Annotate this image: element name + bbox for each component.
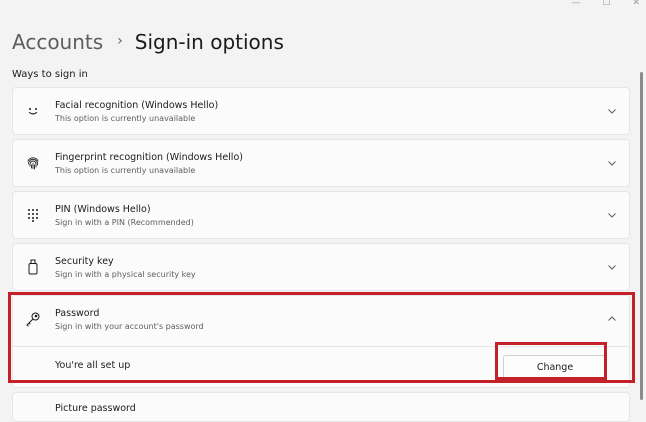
change-password-button[interactable]: Change <box>503 355 607 379</box>
option-subtitle: This option is currently unavailable <box>55 114 196 123</box>
window-controls: — ☐ ✕ <box>571 0 640 8</box>
scrollbar[interactable] <box>640 72 643 400</box>
usb-key-icon <box>25 257 41 277</box>
option-title: PIN (Windows Hello) <box>55 204 151 215</box>
chevron-down-icon[interactable] <box>607 210 617 220</box>
breadcrumb: Accounts › Sign-in options <box>12 30 284 54</box>
option-title: Fingerprint recognition (Windows Hello) <box>55 152 243 163</box>
chevron-down-icon[interactable] <box>607 262 617 272</box>
option-picture-password[interactable]: Picture password <box>12 392 630 422</box>
option-title: Facial recognition (Windows Hello) <box>55 100 219 111</box>
option-title: Picture password <box>55 403 136 414</box>
option-subtitle: This option is currently unavailable <box>55 166 196 175</box>
section-label: Ways to sign in <box>12 69 88 80</box>
minimize-icon[interactable]: — <box>571 0 580 8</box>
password-status: You're all set up <box>55 360 131 371</box>
option-fingerprint-recognition[interactable]: Fingerprint recognition (Windows Hello) … <box>12 139 630 187</box>
chevron-up-icon[interactable] <box>607 314 617 324</box>
option-subtitle: Sign in with your account's password <box>55 322 204 331</box>
option-password-expanded: Password Sign in with your account's pas… <box>12 295 630 388</box>
chevron-down-icon[interactable] <box>607 158 617 168</box>
page-title: Sign-in options <box>134 30 284 54</box>
password-detail: You're all set up Change <box>13 346 629 387</box>
breadcrumb-separator: › <box>117 33 123 49</box>
option-security-key[interactable]: Security key Sign in with a physical sec… <box>12 243 630 291</box>
breadcrumb-accounts[interactable]: Accounts <box>12 30 103 54</box>
smiley-face-icon <box>25 101 41 121</box>
chevron-down-icon[interactable] <box>607 106 617 116</box>
option-title: Password <box>55 308 100 319</box>
key-icon <box>25 309 41 329</box>
option-facial-recognition[interactable]: Facial recognition (Windows Hello) This … <box>12 87 630 135</box>
keypad-icon <box>25 205 41 225</box>
option-subtitle: Sign in with a physical security key <box>55 270 196 279</box>
maximize-icon[interactable]: ☐ <box>602 0 610 8</box>
fingerprint-icon <box>25 153 41 173</box>
option-subtitle: Sign in with a PIN (Recommended) <box>55 218 194 227</box>
option-pin[interactable]: PIN (Windows Hello) Sign in with a PIN (… <box>12 191 630 239</box>
sign-in-options-list: Facial recognition (Windows Hello) This … <box>12 87 630 422</box>
close-icon[interactable]: ✕ <box>632 0 640 8</box>
option-title: Security key <box>55 256 114 267</box>
option-password[interactable]: Password Sign in with your account's pas… <box>13 296 629 346</box>
